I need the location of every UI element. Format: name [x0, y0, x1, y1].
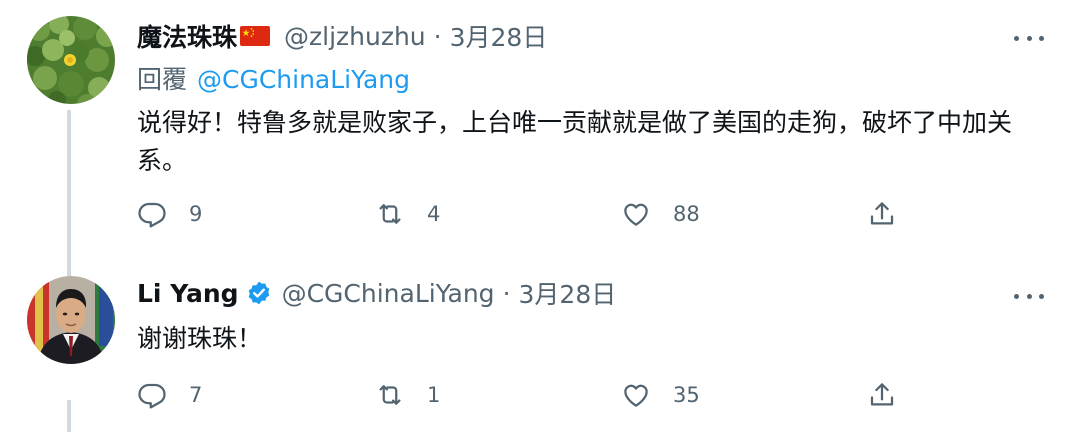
handle[interactable]: @zljzhuzhu: [284, 22, 426, 51]
heart-icon: [624, 384, 648, 407]
tweet-zljzhuzhu[interactable]: 魔法珠珠 @zljzhuzhu · 3月28日 回覆 @CGChinaLiYang…: [0, 0, 1068, 262]
display-name[interactable]: Li Yang: [137, 279, 239, 308]
reply-count: 9: [189, 202, 203, 226]
verified-badge-icon: [248, 281, 269, 305]
avatar[interactable]: [27, 276, 115, 364]
retweet-count: 1: [427, 383, 441, 407]
tweet-header: 魔法珠珠 @zljzhuzhu · 3月28日: [137, 18, 547, 54]
separator-dot: ·: [433, 21, 442, 51]
timestamp[interactable]: 3月28日: [450, 18, 548, 54]
thread-connector-line: [67, 400, 71, 432]
share-button[interactable]: [867, 377, 897, 413]
more-options-icon[interactable]: [1014, 284, 1044, 308]
tweet-text: 谢谢珠珠！: [137, 324, 263, 353]
retweet-icon: [379, 204, 401, 224]
reply-icon: [138, 202, 166, 228]
handle[interactable]: @CGChinaLiYang: [282, 279, 495, 308]
reply-mention-link[interactable]: @CGChinaLiYang: [197, 65, 410, 94]
share-button[interactable]: [867, 196, 897, 232]
more-options-icon[interactable]: [1014, 26, 1044, 50]
retweet-count: 4: [427, 202, 441, 226]
reply-button[interactable]: 7: [137, 377, 202, 413]
thread-connector-line: [67, 110, 71, 262]
tweet-actions: 9 4 88: [137, 196, 907, 232]
tweet-text: 说得好！特鲁多就是败家子，上台唯一贡献就是做了美国的走狗，破坏了中加关系。: [137, 108, 1013, 175]
display-name[interactable]: 魔法珠珠: [137, 18, 237, 54]
tweet-actions: 7 1 35: [137, 377, 907, 413]
timestamp[interactable]: 3月28日: [519, 275, 617, 311]
clover-avatar-image: [27, 16, 115, 104]
like-button[interactable]: 35: [621, 377, 700, 413]
china-flag-icon: [240, 26, 271, 46]
share-icon: [870, 202, 894, 225]
tweet-cgchinaliyang[interactable]: Li Yang @CGChinaLiYang · 3月28日 谢谢珠珠！ 7 1…: [0, 262, 1068, 432]
retweet-button[interactable]: 4: [375, 196, 440, 232]
like-count: 88: [673, 202, 700, 226]
reply-icon: [138, 383, 166, 409]
share-icon: [870, 383, 894, 406]
avatar[interactable]: [27, 16, 115, 104]
reply-label: 回覆: [137, 65, 188, 94]
like-count: 35: [673, 383, 700, 407]
separator-dot: ·: [502, 278, 511, 308]
like-button[interactable]: 88: [621, 196, 700, 232]
reply-button[interactable]: 9: [137, 196, 202, 232]
reply-count: 7: [189, 383, 203, 407]
retweet-button[interactable]: 1: [375, 377, 440, 413]
heart-icon: [624, 203, 648, 226]
retweet-icon: [379, 385, 401, 405]
portrait-avatar-image: [27, 276, 115, 364]
thread-connector-line: [67, 262, 71, 276]
reply-context: 回覆 @CGChinaLiYang: [137, 62, 410, 98]
tweet-header: Li Yang @CGChinaLiYang · 3月28日: [137, 275, 616, 311]
